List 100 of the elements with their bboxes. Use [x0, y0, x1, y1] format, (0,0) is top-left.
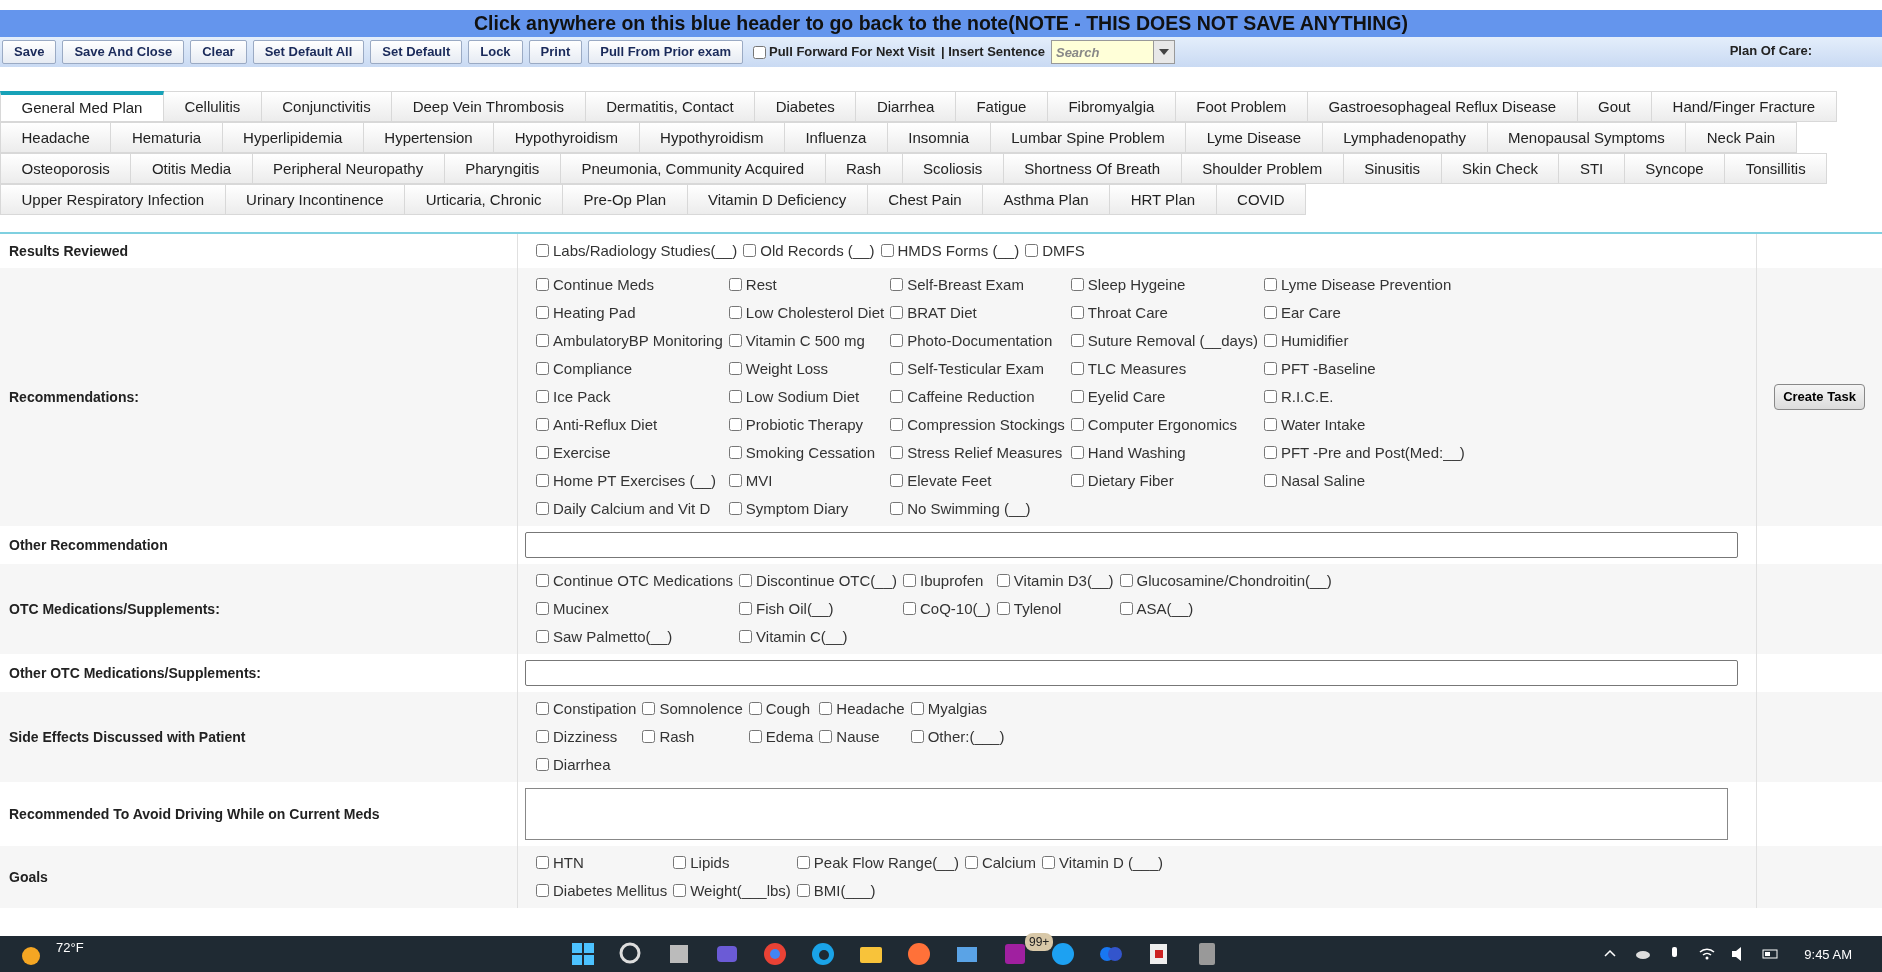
- checkbox[interactable]: [536, 601, 549, 615]
- checkbox[interactable]: [739, 601, 753, 615]
- tab[interactable]: Shortness Of Breath: [1003, 153, 1182, 184]
- tab[interactable]: Diabetes: [755, 91, 857, 122]
- checkbox[interactable]: [890, 277, 904, 291]
- tab[interactable]: Fibromyalgia: [1047, 91, 1176, 122]
- clock-time[interactable]: 9:45 AM: [1804, 945, 1852, 965]
- checkbox[interactable]: [728, 333, 742, 347]
- checkbox[interactable]: [890, 305, 904, 319]
- checkbox[interactable]: [739, 629, 753, 643]
- text-field[interactable]: [525, 660, 1738, 686]
- tab[interactable]: General Med Plan: [0, 91, 164, 122]
- text-area[interactable]: [525, 788, 1728, 840]
- tab[interactable]: Hematuria: [111, 122, 223, 153]
- checkbox[interactable]: [1263, 277, 1277, 291]
- tab[interactable]: Gout: [1577, 91, 1653, 122]
- checkbox[interactable]: [728, 501, 742, 515]
- checkbox[interactable]: [1070, 333, 1084, 347]
- tab[interactable]: Diarrhea: [856, 91, 956, 122]
- checkbox[interactable]: [819, 729, 833, 743]
- tab[interactable]: Pharyngitis: [444, 153, 561, 184]
- tab[interactable]: Pneumonia, Community Acquired: [560, 153, 826, 184]
- checkbox[interactable]: [536, 883, 549, 897]
- checkbox[interactable]: [1070, 445, 1084, 459]
- checkbox[interactable]: [903, 573, 916, 587]
- checkbox[interactable]: [1263, 389, 1277, 403]
- checkbox[interactable]: [1070, 361, 1084, 375]
- tab[interactable]: Peripheral Neuropathy: [252, 153, 445, 184]
- tab[interactable]: Osteoporosis: [0, 153, 132, 184]
- app-icon[interactable]: [1002, 941, 1028, 967]
- checkbox[interactable]: [796, 883, 810, 897]
- tab[interactable]: Dermatitis, Contact: [585, 91, 756, 122]
- checkbox[interactable]: [536, 501, 549, 515]
- toolbar-button[interactable]: Lock: [468, 40, 523, 64]
- tab[interactable]: Vitamin D Deficiency: [687, 184, 868, 215]
- checkbox[interactable]: [536, 243, 549, 257]
- checkbox[interactable]: [728, 389, 742, 403]
- tab[interactable]: Hypothyroidism: [494, 122, 640, 153]
- checkbox[interactable]: [728, 277, 742, 291]
- tab[interactable]: Fatigue: [955, 91, 1048, 122]
- tab[interactable]: Shoulder Problem: [1181, 153, 1344, 184]
- create-task-button[interactable]: Create Task: [1774, 384, 1865, 410]
- checkbox[interactable]: [536, 757, 549, 771]
- checkbox[interactable]: [890, 473, 904, 487]
- checkbox[interactable]: [1070, 305, 1084, 319]
- checkbox[interactable]: [673, 883, 687, 897]
- app-icon[interactable]: [1050, 941, 1076, 967]
- checkbox[interactable]: [1070, 417, 1084, 431]
- tab[interactable]: Upper Respiratory Infection: [0, 184, 226, 215]
- tab[interactable]: Hypertension: [363, 122, 495, 153]
- tab[interactable]: Foot Problem: [1175, 91, 1308, 122]
- checkbox[interactable]: [536, 629, 549, 643]
- checkbox[interactable]: [1070, 473, 1084, 487]
- tab[interactable]: Skin Check: [1441, 153, 1560, 184]
- toolbar-button[interactable]: Set Default All: [252, 40, 365, 64]
- checkbox[interactable]: [890, 389, 904, 403]
- checkbox[interactable]: [536, 729, 549, 743]
- checkbox[interactable]: [728, 445, 742, 459]
- tab[interactable]: Lumbar Spine Problem: [990, 122, 1187, 153]
- toolbar-button[interactable]: Save: [2, 40, 57, 64]
- tab[interactable]: Menopausal Symptoms: [1487, 122, 1687, 153]
- tab[interactable]: Influenza: [784, 122, 888, 153]
- checkbox[interactable]: [903, 601, 916, 615]
- checkbox[interactable]: [1070, 277, 1084, 291]
- search-field[interactable]: Search: [1050, 40, 1153, 64]
- checkbox[interactable]: [536, 855, 549, 869]
- browser-icon[interactable]: [810, 941, 836, 967]
- checkbox[interactable]: [536, 701, 549, 715]
- checkbox[interactable]: [1263, 417, 1277, 431]
- tab[interactable]: Rash: [825, 153, 903, 184]
- toolbar-button[interactable]: Set Default: [370, 40, 463, 64]
- checkbox[interactable]: [753, 45, 766, 59]
- checkbox[interactable]: [642, 729, 656, 743]
- tab[interactable]: Otitis Media: [131, 153, 253, 184]
- checkbox[interactable]: [890, 501, 904, 515]
- checkbox[interactable]: [673, 855, 687, 869]
- tab[interactable]: Scoliosis: [902, 153, 1004, 184]
- tab[interactable]: Urticaria, Chronic: [405, 184, 564, 215]
- dropdown-icon[interactable]: [1152, 40, 1175, 64]
- tab[interactable]: Hyperlipidemia: [222, 122, 364, 153]
- start-icon[interactable]: [570, 941, 596, 967]
- checkbox[interactable]: [890, 445, 904, 459]
- checkbox[interactable]: [996, 573, 1010, 587]
- checkbox[interactable]: [739, 573, 753, 587]
- checkbox[interactable]: [1025, 243, 1039, 257]
- checkbox[interactable]: [996, 601, 1010, 615]
- tab[interactable]: Syncope: [1624, 153, 1726, 184]
- checkbox[interactable]: [536, 473, 549, 487]
- tab[interactable]: Insomnia: [887, 122, 991, 153]
- checkbox[interactable]: [964, 855, 978, 869]
- checkbox[interactable]: [728, 305, 742, 319]
- checkbox[interactable]: [536, 305, 549, 319]
- tab[interactable]: Lymphadenopathy: [1322, 122, 1488, 153]
- checkbox[interactable]: [890, 333, 904, 347]
- tab[interactable]: HRT Plan: [1110, 184, 1217, 215]
- checkbox[interactable]: [910, 729, 924, 743]
- tab[interactable]: Hand/Finger Fracture: [1652, 91, 1837, 122]
- checkbox[interactable]: [890, 417, 904, 431]
- checkbox[interactable]: [536, 445, 549, 459]
- browser-icon[interactable]: [906, 941, 932, 967]
